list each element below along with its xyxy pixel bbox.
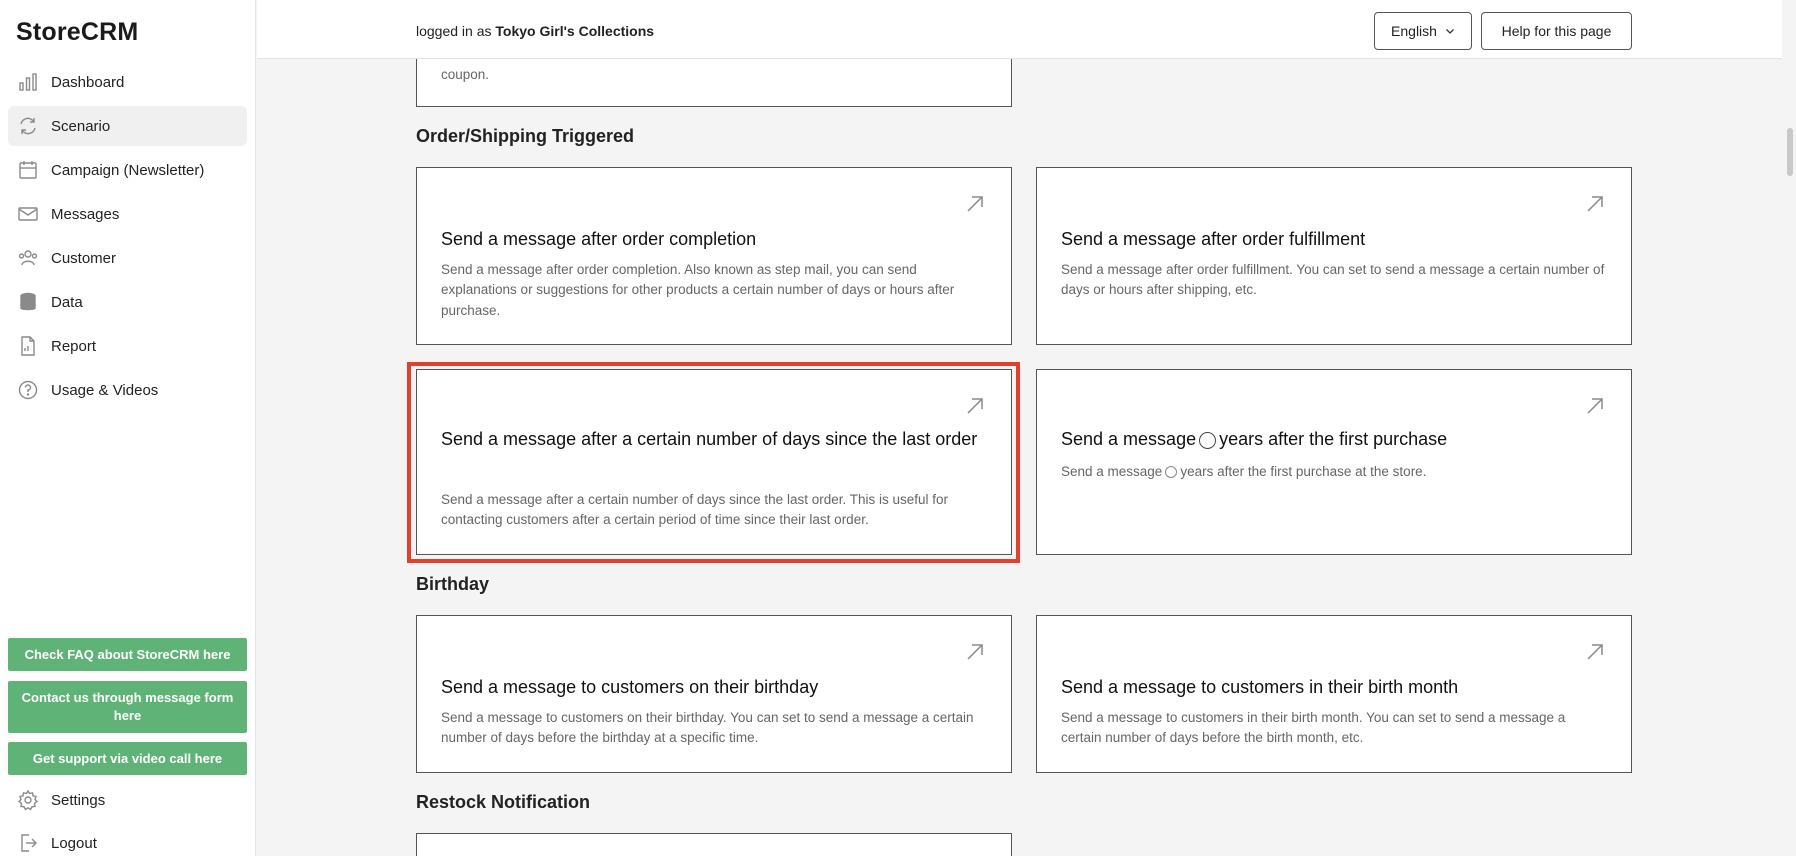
circle-placeholder-icon xyxy=(1199,431,1217,449)
gear-icon xyxy=(17,789,39,811)
card-title: Send a message after order fulfillment xyxy=(1061,229,1366,249)
store-name: Tokyo Girl's Collections xyxy=(495,23,655,39)
contact-form-button[interactable]: Contact us through message form here xyxy=(8,681,247,733)
scenario-card-birth-month[interactable]: Send a message to customers in their bir… xyxy=(1036,615,1632,773)
scenario-card-birthday[interactable]: Send a message to customers on their bir… xyxy=(416,615,1012,773)
scrollbar-thumb[interactable] xyxy=(1787,128,1793,176)
logout-icon xyxy=(17,832,39,854)
sidebar-item-label: Settings xyxy=(51,791,106,809)
scenario-card-years-after-first-purchase[interactable]: Send a message years after the first purc… xyxy=(1036,369,1632,555)
sidebar-item-logout[interactable]: Logout xyxy=(8,823,247,856)
card-description: Send a message after order fulfillment. … xyxy=(1061,262,1605,298)
sidebar-item-scenario[interactable]: Scenario xyxy=(8,106,247,146)
scenario-card-restock-partial[interactable] xyxy=(416,833,1012,856)
card-description: Send a message after order completion. A… xyxy=(441,262,955,318)
section-title-order-shipping: Order/Shipping Triggered xyxy=(416,126,635,146)
card-title: Send a message to customers on their bir… xyxy=(441,677,819,697)
scenario-card-order-completion[interactable]: Send a message after order completion Se… xyxy=(416,167,1012,345)
sidebar-item-label: Scenario xyxy=(51,117,111,135)
sidebar-item-customer[interactable]: Customer xyxy=(8,238,247,278)
highlight-box xyxy=(407,362,1020,563)
sidebar-item-report[interactable]: Report xyxy=(8,326,247,366)
top-bar: logged in as Tokyo Girl's Collections En… xyxy=(257,0,1796,59)
sidebar-item-usage-videos[interactable]: Usage & Videos xyxy=(8,370,247,410)
sidebar-item-settings[interactable]: Settings xyxy=(8,780,247,820)
help-button[interactable]: Help for this page xyxy=(1481,12,1632,50)
sidebar-item-label: Messages xyxy=(51,205,120,223)
scrollbar[interactable] xyxy=(1782,0,1796,856)
chevron-down-icon xyxy=(1445,29,1454,34)
calendar-icon xyxy=(17,159,39,181)
sidebar: StoreCRM Dashboard Scenario Campaign (Ne… xyxy=(0,0,256,856)
language-select[interactable]: English xyxy=(1374,12,1472,50)
arrow-up-right-icon xyxy=(965,194,985,214)
sidebar-item-label: Data xyxy=(51,293,83,311)
arrow-up-right-icon xyxy=(1585,194,1605,214)
card-title: Send a message after order completion xyxy=(441,229,757,249)
sidebar-item-data[interactable]: Data xyxy=(8,282,247,322)
sidebar-item-label: Logout xyxy=(51,834,97,852)
circle-placeholder-icon xyxy=(1165,466,1178,479)
card-description: coupon. xyxy=(441,67,490,82)
section-title-birthday: Birthday xyxy=(416,574,490,594)
arrow-up-right-icon xyxy=(965,642,985,662)
video-support-button[interactable]: Get support via video call here xyxy=(8,742,247,775)
faq-button[interactable]: Check FAQ about StoreCRM here xyxy=(8,638,247,671)
bar-chart-icon xyxy=(17,71,39,93)
sidebar-item-dashboard[interactable]: Dashboard xyxy=(8,62,247,102)
card-description: Send a message years after the first purc… xyxy=(1061,464,1427,479)
refresh-icon xyxy=(17,115,39,137)
login-status: logged in as Tokyo Girl's Collections xyxy=(416,23,655,39)
card-description: Send a message to customers in their bir… xyxy=(1061,710,1566,746)
section-title-restock: Restock Notification xyxy=(416,792,591,812)
document-icon xyxy=(17,335,39,357)
sidebar-item-messages[interactable]: Messages xyxy=(8,194,247,234)
card-title: Send a message to customers in their bir… xyxy=(1061,677,1459,697)
sidebar-item-campaign[interactable]: Campaign (Newsletter) xyxy=(8,150,247,190)
help-circle-icon xyxy=(17,379,39,401)
database-icon xyxy=(17,291,39,313)
arrow-up-right-icon xyxy=(1585,396,1605,416)
mail-icon xyxy=(17,203,39,225)
sidebar-item-label: Usage & Videos xyxy=(51,381,159,399)
card-title: Send a message years after the first purc… xyxy=(1061,429,1448,449)
sidebar-item-label: Campaign (Newsletter) xyxy=(51,161,205,179)
app-logo[interactable]: StoreCRM xyxy=(16,18,138,47)
scenario-card-order-fulfillment[interactable]: Send a message after order fulfillment S… xyxy=(1036,167,1632,345)
sidebar-item-label: Customer xyxy=(51,249,117,267)
card-description: Send a message to customers on their bir… xyxy=(441,710,974,746)
users-icon xyxy=(17,247,39,269)
sidebar-item-label: Dashboard xyxy=(51,73,125,91)
sidebar-item-label: Report xyxy=(51,337,97,355)
arrow-up-right-icon xyxy=(1585,642,1605,662)
